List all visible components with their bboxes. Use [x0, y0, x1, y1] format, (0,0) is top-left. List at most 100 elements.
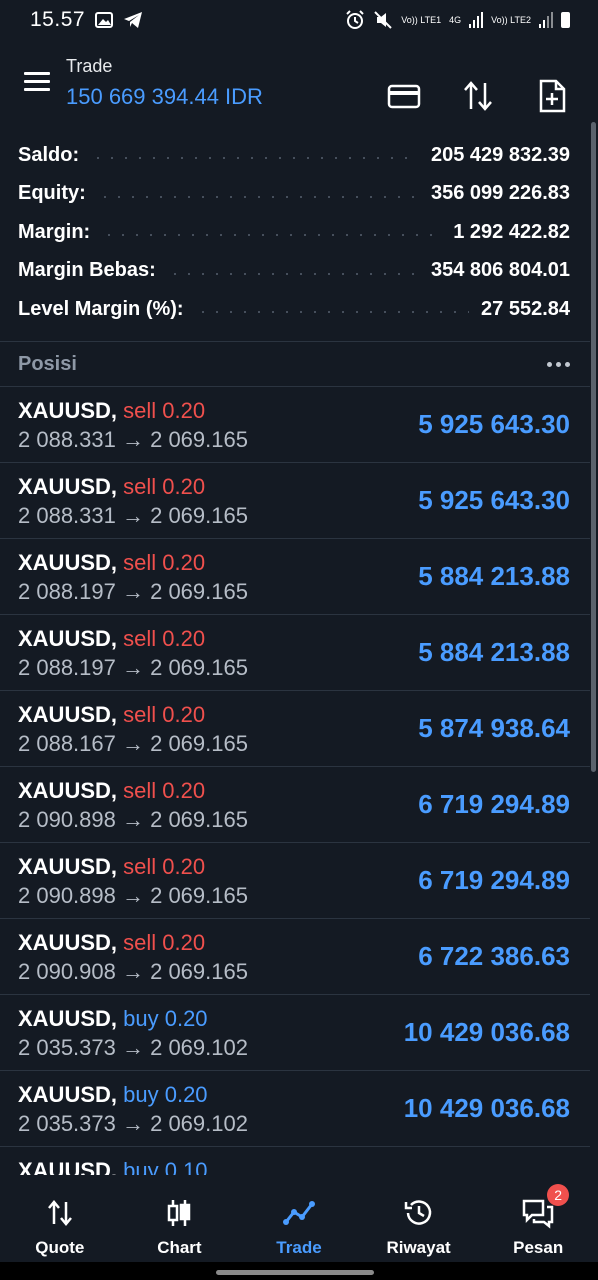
nav-label: Chart: [157, 1238, 202, 1257]
summary-row-saldo: Saldo: 205 429 832.39: [0, 136, 598, 175]
position-prices: 2 090.898 → 2 069.165: [18, 807, 248, 832]
summary-row-free-margin: Margin Bebas: 354 806 804.01: [0, 252, 598, 291]
position-symbol: XAUUSD,: [18, 398, 118, 423]
position-volume: sell 0.20: [123, 626, 206, 651]
sort-arrows-icon[interactable]: [460, 78, 496, 114]
trade-line-icon: [282, 1201, 315, 1225]
dot-leader: [167, 272, 419, 275]
home-indicator[interactable]: [216, 1270, 374, 1275]
position-profit: 5 925 643.30: [418, 485, 570, 515]
position-symbol: XAUUSD,: [18, 550, 118, 575]
nav-label: Riwayat: [386, 1238, 451, 1257]
menu-icon[interactable]: [24, 72, 50, 92]
position-volume: sell 0.20: [123, 778, 206, 803]
bottom-navigation: Quote Chart Trade Riwayat 2 Pesan: [0, 1176, 598, 1262]
position-row[interactable]: XAUUSD, sell 0.20 2 088.167 → 2 069.165 …: [0, 691, 590, 767]
position-prices: 2 035.373 → 2 069.102: [18, 1111, 248, 1136]
position-symbol: XAUUSD,: [18, 1006, 118, 1031]
account-balance: 150 669 394.44 IDR: [66, 84, 263, 109]
nav-item-history[interactable]: Riwayat: [364, 1176, 474, 1258]
position-volume: sell 0.20: [123, 474, 206, 499]
network-type-label: 4G: [449, 14, 462, 25]
position-symbol: XAUUSD,: [18, 778, 118, 803]
account-summary: Saldo: 205 429 832.39 Equity: 356 099 22…: [0, 136, 598, 329]
summary-value: 27 552.84: [481, 297, 570, 320]
summary-label: Equity:: [18, 182, 86, 205]
position-volume: sell 0.20: [123, 550, 206, 575]
position-volume: sell 0.20: [123, 854, 206, 879]
position-prices: 2 090.898 → 2 069.165: [18, 883, 248, 908]
positions-title: Posisi: [18, 352, 77, 375]
new-order-icon[interactable]: [534, 78, 570, 114]
dot-leader: [91, 157, 419, 160]
more-options-icon[interactable]: [547, 361, 570, 367]
position-row[interactable]: XAUUSD, sell 0.20 2 088.197 → 2 069.165 …: [0, 615, 590, 691]
position-row[interactable]: XAUUSD, sell 0.20 2 088.197 → 2 069.165 …: [0, 539, 590, 615]
position-profit: 5 884 213.88: [418, 561, 570, 591]
positions-header: Posisi: [0, 342, 590, 386]
scrollbar[interactable]: [591, 122, 596, 772]
nav-item-messages[interactable]: 2 Pesan: [483, 1176, 593, 1258]
candlestick-chart-icon: [168, 1200, 191, 1226]
dot-leader: [195, 311, 470, 314]
position-row[interactable]: XAUUSD, buy 0.20 2 035.373 → 2 069.102 1…: [0, 995, 590, 1071]
summary-label: Level Margin (%):: [18, 297, 184, 320]
sim1-label: Vo)) LTE1: [401, 14, 442, 25]
position-volume: sell 0.20: [123, 398, 206, 423]
position-row[interactable]: XAUUSD, buy 0.20 2 035.373 → 2 069.102 1…: [0, 1071, 590, 1147]
nav-label: Pesan: [513, 1238, 564, 1257]
position-volume: sell 0.20: [123, 702, 206, 727]
app-header: Trade 150 669 394.44 IDR: [0, 40, 598, 126]
telegram-icon: [124, 12, 143, 28]
deposit-card-icon[interactable]: [386, 78, 422, 114]
battery-icon: [561, 12, 570, 28]
nav-label: Quote: [35, 1238, 85, 1257]
dot-leader: [97, 195, 419, 198]
position-volume: buy 0.20: [123, 1082, 208, 1107]
position-profit: 6 722 386.63: [418, 941, 570, 971]
sim2-label: Vo)) LTE2: [491, 14, 531, 25]
summary-label: Margin:: [18, 220, 91, 243]
position-profit: 10 429 036.68: [403, 1093, 570, 1123]
position-row[interactable]: XAUUSD, sell 0.20 2 090.898 → 2 069.165 …: [0, 843, 590, 919]
position-symbol: XAUUSD,: [18, 854, 118, 879]
history-clock-icon: [404, 1200, 431, 1225]
nav-item-chart[interactable]: Chart: [124, 1176, 234, 1258]
position-symbol: XAUUSD,: [18, 1158, 118, 1175]
position-symbol: XAUUSD,: [18, 474, 118, 499]
position-volume: sell 0.20: [123, 930, 206, 955]
summary-value: 1 292 422.82: [453, 220, 570, 243]
position-prices: 2 090.908 → 2 069.165: [18, 959, 248, 984]
signal-strength-2-icon: [539, 12, 553, 28]
gallery-icon: [95, 12, 114, 28]
position-profit: 10 429 036.68: [403, 1017, 570, 1047]
position-profit: 6 719 294.89: [418, 789, 570, 819]
summary-row-equity: Equity: 356 099 226.83: [0, 175, 598, 214]
position-prices: 2 088.331 → 2 069.165: [18, 503, 248, 528]
position-row[interactable]: XAUUSD, sell 0.20 2 090.908 → 2 069.165 …: [0, 919, 590, 995]
signal-strength-icon: [469, 12, 484, 28]
nav-item-quote[interactable]: Quote: [5, 1176, 115, 1258]
summary-value: 354 806 804.01: [430, 259, 570, 282]
status-time: 15.57: [30, 8, 86, 31]
position-profit: 6 719 294.89: [418, 865, 570, 895]
position-prices: 2 088.197 → 2 069.165: [18, 579, 248, 604]
quote-arrows-icon: [47, 1200, 72, 1226]
nav-item-trade[interactable]: Trade: [244, 1176, 354, 1258]
position-profit: 5 925 643.30: [418, 409, 570, 439]
position-profit: 5 874 938.64: [418, 713, 570, 743]
positions-list: XAUUSD, sell 0.20 2 088.331 → 2 069.165 …: [0, 387, 590, 1175]
nav-label: Trade: [276, 1238, 322, 1257]
position-row[interactable]: XAUUSD, sell 0.20 2 088.331 → 2 069.165 …: [0, 463, 590, 539]
summary-label: Saldo:: [18, 143, 80, 166]
summary-row-margin-level: Level Margin (%): 27 552.84: [0, 290, 598, 329]
summary-row-margin: Margin: 1 292 422.82: [0, 213, 598, 252]
position-prices: 2 088.331 → 2 069.165: [18, 427, 248, 452]
position-row[interactable]: XAUUSD, buy 0.10: [0, 1147, 590, 1175]
position-prices: 2 088.197 → 2 069.165: [18, 655, 248, 680]
position-row[interactable]: XAUUSD, sell 0.20 2 090.898 → 2 069.165 …: [0, 767, 590, 843]
unread-badge: 2: [547, 1184, 570, 1206]
position-volume: buy 0.10: [123, 1158, 208, 1175]
position-row[interactable]: XAUUSD, sell 0.20 2 088.331 → 2 069.165 …: [0, 387, 590, 463]
position-prices: 2 035.373 → 2 069.102: [18, 1035, 248, 1060]
